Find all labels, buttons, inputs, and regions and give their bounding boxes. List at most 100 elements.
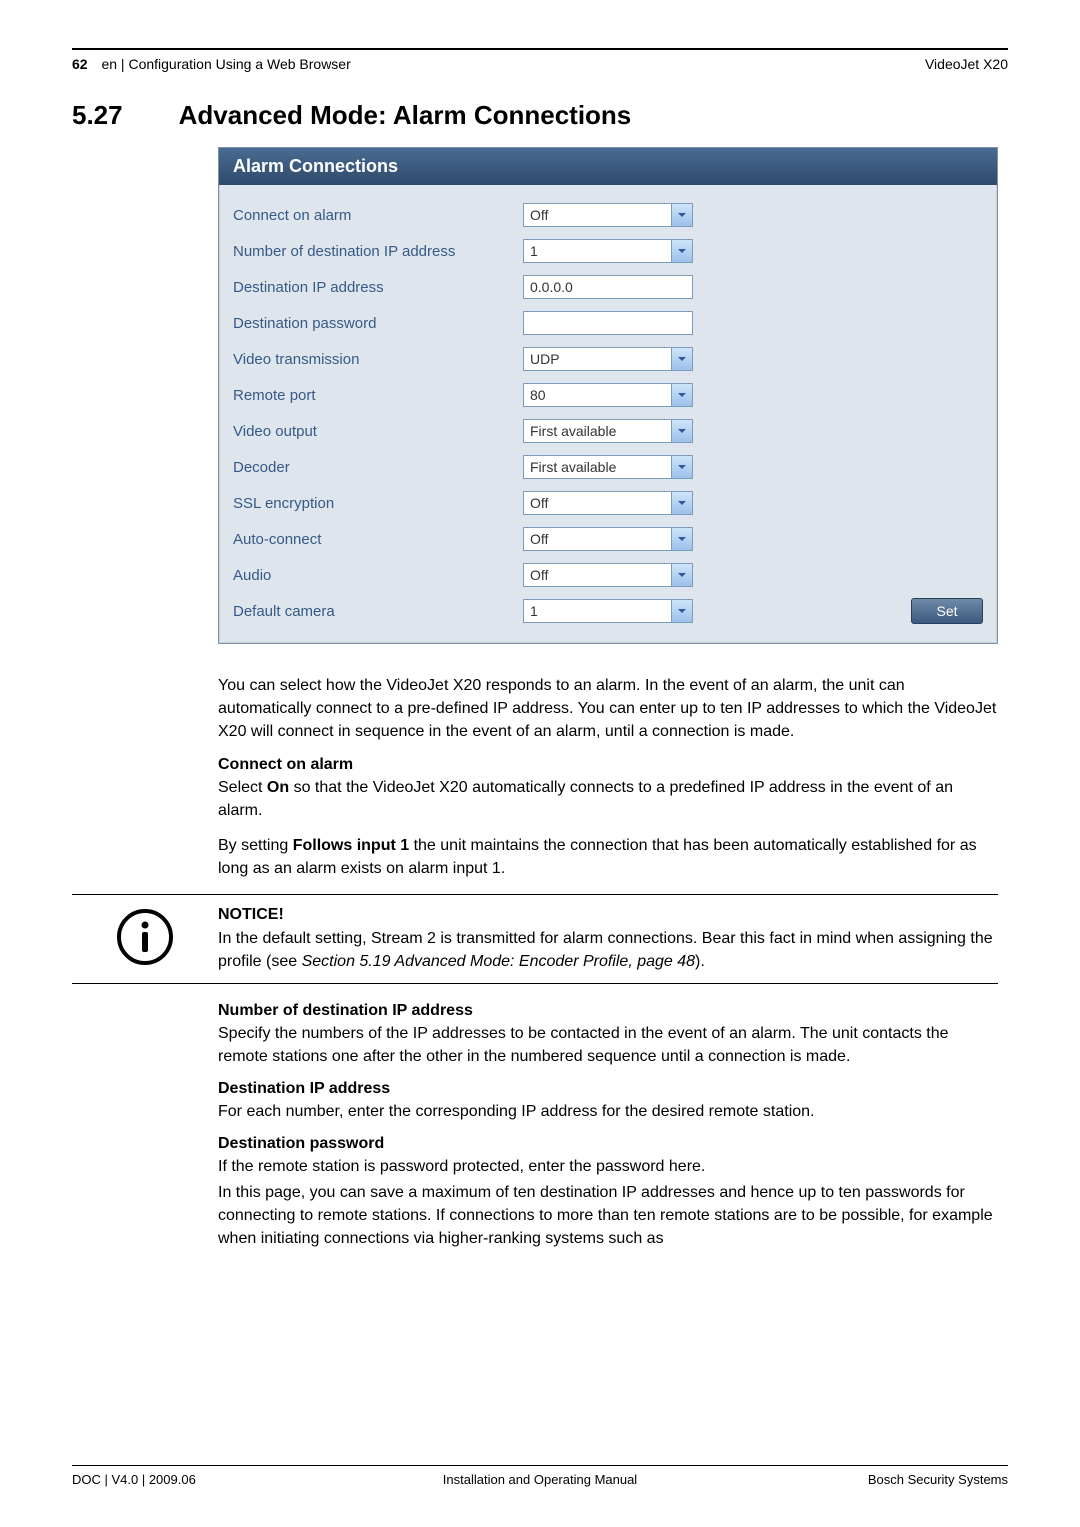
- destip-paragraph: For each number, enter the corresponding…: [218, 1100, 998, 1123]
- panel-title: Alarm Connections: [219, 148, 997, 185]
- connect-on-alarm-p2: By setting Follows input 1 the unit main…: [218, 834, 998, 880]
- select-value: First available: [524, 423, 671, 439]
- text-input[interactable]: 0.0.0.0: [523, 275, 693, 299]
- bold-on: On: [267, 779, 289, 796]
- select-value: UDP: [524, 351, 671, 367]
- control-cell: Off: [523, 203, 713, 227]
- destip-heading: Destination IP address: [218, 1080, 998, 1098]
- select-value: 80: [524, 387, 671, 403]
- control-cell: UDP: [523, 347, 713, 371]
- select-input[interactable]: UDP: [523, 347, 693, 371]
- footer-right: Bosch Security Systems: [868, 1472, 1008, 1487]
- form-row: Auto-connectOff: [233, 521, 983, 557]
- chevron-down-icon[interactable]: [671, 420, 692, 442]
- footer: Installation and Operating Manual DOC | …: [72, 1465, 1008, 1487]
- text-fragment: ).: [695, 953, 705, 970]
- chevron-down-icon[interactable]: [671, 204, 692, 226]
- header-product: VideoJet X20: [925, 56, 1008, 72]
- control-cell: Off: [523, 527, 713, 551]
- notice-block: NOTICE! In the default setting, Stream 2…: [72, 894, 998, 984]
- select-input[interactable]: Off: [523, 527, 693, 551]
- select-value: Off: [524, 567, 671, 583]
- form-row: Video outputFirst available: [233, 413, 983, 449]
- chevron-down-icon[interactable]: [671, 456, 692, 478]
- italic-crossref: Section 5.19 Advanced Mode: Encoder Prof…: [302, 953, 695, 970]
- form-label: Audio: [233, 567, 523, 584]
- section-title: Advanced Mode: Alarm Connections: [179, 100, 632, 131]
- control-cell: 1: [523, 239, 713, 263]
- select-value: Off: [524, 495, 671, 511]
- select-value: First available: [524, 459, 671, 475]
- form-row: DecoderFirst available: [233, 449, 983, 485]
- select-input[interactable]: First available: [523, 419, 693, 443]
- page-number: 62: [72, 56, 88, 72]
- control-cell: First available: [523, 455, 713, 479]
- form-label: Auto-connect: [233, 531, 523, 548]
- notice-label: NOTICE!: [218, 903, 998, 926]
- form-label: Number of destination IP address: [233, 243, 523, 260]
- numip-heading: Number of destination IP address: [218, 1002, 998, 1020]
- text-fragment: so that the VideoJet X20 automatically c…: [218, 779, 953, 819]
- form-row: Connect on alarmOff: [233, 197, 983, 233]
- chevron-down-icon[interactable]: [671, 240, 692, 262]
- header-rule: 62 en | Configuration Using a Web Browse…: [72, 48, 1008, 72]
- intro-paragraph: You can select how the VideoJet X20 resp…: [218, 674, 998, 744]
- select-input[interactable]: 80: [523, 383, 693, 407]
- text-fragment: Select: [218, 779, 267, 796]
- footer-left: DOC | V4.0 | 2009.06: [72, 1472, 196, 1487]
- set-button[interactable]: Set: [911, 598, 983, 624]
- control-cell: Off: [523, 491, 713, 515]
- form-label: Video transmission: [233, 351, 523, 368]
- destpw-p2: In this page, you can save a maximum of …: [218, 1181, 998, 1251]
- select-input[interactable]: 1: [523, 239, 693, 263]
- select-value: Off: [524, 207, 671, 223]
- form-label: Video output: [233, 423, 523, 440]
- select-input[interactable]: Off: [523, 491, 693, 515]
- form-label: Connect on alarm: [233, 207, 523, 224]
- form-row: Remote port80: [233, 377, 983, 413]
- destpw-heading: Destination password: [218, 1135, 998, 1153]
- chevron-down-icon[interactable]: [671, 348, 692, 370]
- form-label: Default camera: [233, 603, 523, 620]
- chevron-down-icon[interactable]: [671, 528, 692, 550]
- select-input[interactable]: Off: [523, 203, 693, 227]
- form-label: Remote port: [233, 387, 523, 404]
- header-left: 62 en | Configuration Using a Web Browse…: [72, 56, 351, 72]
- chevron-down-icon[interactable]: [671, 492, 692, 514]
- form-label: SSL encryption: [233, 495, 523, 512]
- control-cell: 80: [523, 383, 713, 407]
- chevron-down-icon[interactable]: [671, 564, 692, 586]
- destpw-p1: If the remote station is password protec…: [218, 1155, 998, 1178]
- control-cell: First available: [523, 419, 713, 443]
- select-input[interactable]: First available: [523, 455, 693, 479]
- select-input[interactable]: 1: [523, 599, 693, 623]
- form-row: Destination password: [233, 305, 983, 341]
- form-row: Default camera1 Set: [233, 593, 983, 629]
- control-cell: 0.0.0.0: [523, 275, 713, 299]
- text-input[interactable]: [523, 311, 693, 335]
- select-input[interactable]: Off: [523, 563, 693, 587]
- control-cell: 1: [523, 599, 713, 623]
- bold-follows-input: Follows input 1: [293, 837, 409, 854]
- set-cell: Set: [893, 598, 983, 624]
- form-row: Video transmissionUDP: [233, 341, 983, 377]
- running-header: 62 en | Configuration Using a Web Browse…: [72, 50, 1008, 72]
- notice-text: NOTICE! In the default setting, Stream 2…: [218, 903, 998, 973]
- form-row: SSL encryptionOff: [233, 485, 983, 521]
- chevron-down-icon[interactable]: [671, 600, 692, 622]
- connect-on-alarm-heading: Connect on alarm: [218, 756, 998, 774]
- section-heading: 5.27 Advanced Mode: Alarm Connections: [72, 100, 1008, 131]
- select-value: 1: [524, 603, 671, 619]
- alarm-connections-panel: Alarm Connections Connect on alarmOffNum…: [218, 147, 998, 644]
- notice-icon-col: [72, 903, 218, 967]
- info-icon: [115, 907, 175, 967]
- control-cell: Off: [523, 563, 713, 587]
- form-label: Decoder: [233, 459, 523, 476]
- chevron-down-icon[interactable]: [671, 384, 692, 406]
- numip-paragraph: Specify the numbers of the IP addresses …: [218, 1022, 998, 1068]
- text-fragment: By setting: [218, 837, 293, 854]
- select-value: Off: [524, 531, 671, 547]
- running-title: en | Configuration Using a Web Browser: [101, 56, 350, 72]
- form-label: Destination password: [233, 315, 523, 332]
- connect-on-alarm-p1: Select On so that the VideoJet X20 autom…: [218, 776, 998, 822]
